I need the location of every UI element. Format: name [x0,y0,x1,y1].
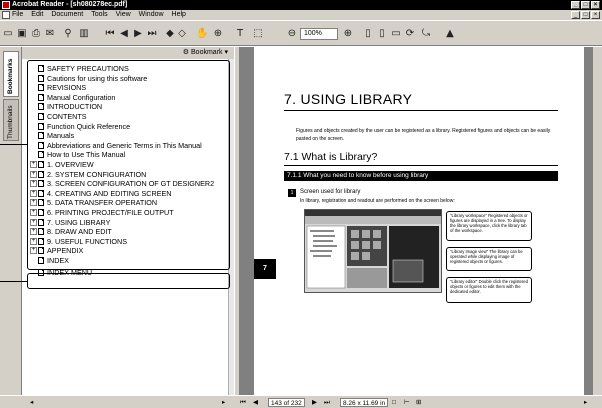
intro-text: Figures and objects created by the user … [296,128,551,142]
subsection-title: 7.1.1 What you need to know before using… [284,171,558,181]
show-hide-navigation-icon[interactable]: ▥ [78,26,90,42]
actual-size-icon[interactable]: ▯ [362,26,374,42]
fit-width-icon[interactable]: ▭ [390,26,402,42]
tab-thumbnails[interactable]: Thumbnails [3,99,19,141]
tab-thumbnails-label: Thumbnails [7,105,14,139]
bookmarks-header-label: Bookmark [191,49,223,56]
bookmarks-header[interactable]: ⚙ Bookmark ▾ [22,47,234,59]
rotate-view-icon[interactable]: ⤿ [420,26,432,42]
menu-window[interactable]: Window [139,10,164,20]
zoom-field[interactable]: 100% [300,28,338,40]
zoom-out-icon[interactable]: ⊖ [286,26,298,42]
status-prev-page-icon[interactable]: ◀ [253,398,258,407]
document-scrollbar[interactable] [592,47,602,395]
save-icon[interactable]: ▣ [16,26,28,42]
zoom-in-icon[interactable]: ⊕ [342,26,354,42]
window-title: Acrobat Reader - [sh080278ec.pdf] [12,1,128,8]
fit-page-icon[interactable]: ▯ [376,26,388,42]
menu-document[interactable]: Document [51,10,83,20]
maximize-button[interactable]: □ [581,1,590,9]
bookmarks-hscroll-right-icon[interactable]: ▸ [222,398,225,407]
callout-library-workspace: "Library workspace" Registered objects o… [446,211,532,241]
document-icon[interactable] [2,11,10,19]
page-number-field[interactable]: 143 of 232 [268,398,305,407]
email-icon[interactable]: ✉ [44,26,56,42]
library-screenshot-illustration [305,210,441,289]
bookmark-list-highlight [27,60,230,270]
chapter-title: 7. USING LIBRARY [284,91,413,107]
tab-bookmarks[interactable]: Bookmarks [3,51,19,97]
go-forward-icon[interactable]: ◇ [176,26,188,42]
previous-page-icon[interactable]: ◀ [118,26,130,42]
status-hscroll-right-icon[interactable]: ▸ [584,398,587,407]
status-first-page-icon[interactable]: ⏮ [240,398,246,407]
text-select-icon[interactable]: T [234,26,246,42]
adobe-logo-icon[interactable]: ▲ [444,26,456,42]
go-back-icon[interactable]: ◆ [164,26,176,42]
menu-file[interactable]: File [12,10,23,20]
status-next-page-icon[interactable]: ▶ [312,398,317,407]
acrobat-app-icon[interactable] [2,1,10,9]
menu-help[interactable]: Help [172,10,186,20]
step-number: 1 [288,189,296,197]
single-page-layout-icon[interactable]: □ [392,398,396,407]
zoom-tool-icon[interactable]: ⊕ [212,26,224,42]
callout-library-image-view: "Library Image view" The library can be … [446,247,532,271]
menu-view[interactable]: View [116,10,131,20]
library-screenshot-figure [304,209,442,293]
doc-minimize-button[interactable]: _ [571,11,580,19]
next-page-icon[interactable]: ▶ [132,26,144,42]
toolbar: ▭ ▣ ⎙ ✉ ⚲ ▥ ⏮ ◀ ▶ ⏭ ◆ ◇ ✋ ⊕ T ⬚ ⊖ 100% ⊕… [0,20,602,46]
hand-tool-icon[interactable]: ✋ [196,26,208,42]
rotate-icon[interactable]: ⟳ [404,26,416,42]
status-bar: ◂ ▸ ⏮ ◀ 143 of 232 ▶ ⏭ 8.26 x 11.69 in □… [0,395,602,408]
chapter-tab: 7 [254,259,276,279]
minimize-button[interactable]: _ [571,1,580,9]
callout-line-bookmarks [0,144,27,145]
last-page-icon[interactable]: ⏭ [146,26,158,42]
page-size-field: 8.26 x 11.69 in [340,398,389,407]
bookmark-options-icon[interactable]: ⚙ [183,49,191,56]
menu-bar: File Edit Document Tools View Window Hel… [0,10,602,20]
tab-bookmarks-label: Bookmarks [7,58,14,94]
doc-restore-button[interactable]: □ [581,11,590,19]
open-icon[interactable]: ▭ [2,26,14,42]
facing-layout-icon[interactable]: ⊞ [416,398,421,407]
callout-line-index-menu [0,281,27,282]
graphics-select-icon[interactable]: ⬚ [252,26,264,42]
step-text: In library, registration and readout are… [300,198,455,204]
menu-tools[interactable]: Tools [91,10,107,20]
pdf-page: 7. USING LIBRARY Figures and objects cre… [254,47,584,395]
document-area: 7. USING LIBRARY Figures and objects cre… [240,47,592,395]
menu-edit[interactable]: Edit [31,10,43,20]
doc-close-button[interactable]: × [591,11,600,19]
bookmarks-hscroll-left-icon[interactable]: ◂ [30,398,33,407]
index-menu-highlight [27,273,230,289]
find-icon[interactable]: ⚲ [62,26,74,42]
first-page-icon[interactable]: ⏮ [104,26,116,42]
callout-library-editor: "Library editor" Double click the regist… [446,277,532,303]
chapter-rule [284,110,558,111]
step-title: Screen used for library [300,189,361,195]
section-rule [284,165,558,166]
title-bar: Acrobat Reader - [sh080278ec.pdf] _ □ × [0,0,602,10]
section-title: 7.1 What is Library? [284,151,378,163]
close-button[interactable]: × [591,1,600,9]
navigation-tab-strip: Bookmarks Thumbnails [0,47,22,395]
print-icon[interactable]: ⎙ [30,26,42,42]
status-last-page-icon[interactable]: ⏭ [324,398,330,407]
continuous-layout-icon[interactable]: ⊢ [404,398,410,407]
